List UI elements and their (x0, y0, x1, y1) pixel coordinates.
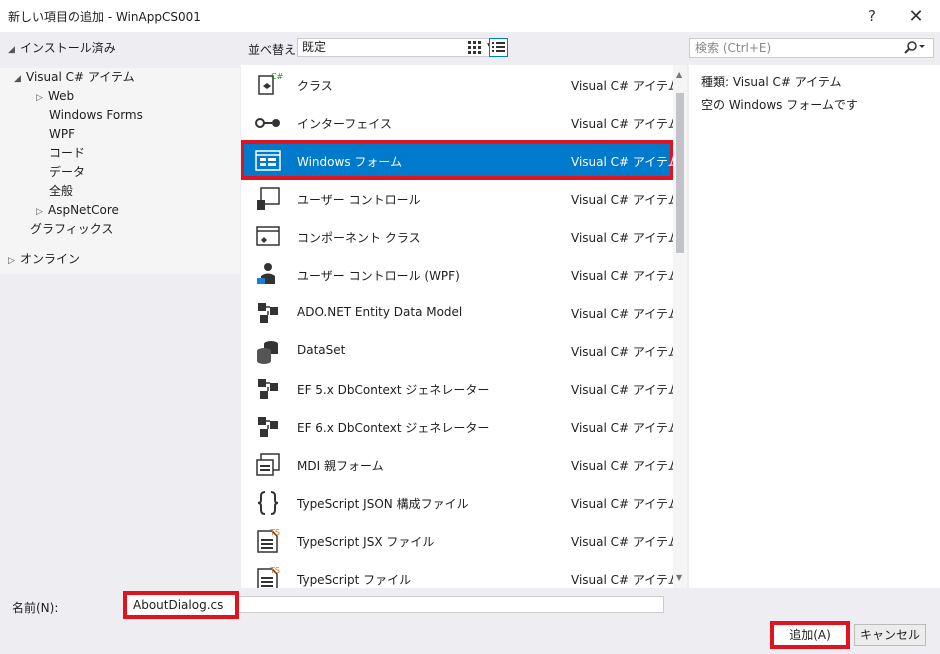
sort-label: 並べ替え: (248, 43, 301, 57)
list-item[interactable]: ユーザー コントロール (WPF) Visual C# アイテム (241, 255, 680, 293)
expand-arrow-icon: ▷ (36, 93, 43, 103)
scroll-thumb[interactable] (676, 93, 684, 253)
name-label: 名前(N): (12, 601, 59, 615)
online-section[interactable]: ▷ オンライン (8, 250, 80, 267)
cancel-button[interactable]: キャンセル (854, 624, 926, 646)
scroll-up-icon[interactable]: ▲ (676, 70, 682, 79)
title-bar: 新しい項目の追加 - WinAppCS001 ? ✕ (0, 0, 940, 32)
list-item[interactable]: MDI 親フォーム Visual C# アイテム (241, 445, 680, 483)
list-view-button[interactable] (489, 38, 508, 57)
list-item[interactable]: EF 5.x DbContext ジェネレーター Visual C# アイテム (241, 369, 680, 407)
dataset-icon (257, 341, 278, 364)
tree-item-aspnetcore[interactable]: ▷ AspNetCore (36, 201, 119, 220)
collapse-arrow-icon: ◢ (14, 74, 21, 84)
interface-icon (255, 118, 280, 128)
list-item[interactable]: コンポーネント クラス Visual C# アイテム (241, 217, 680, 255)
component-class-icon (256, 226, 280, 246)
list-item[interactable]: DataSet Visual C# アイテム (241, 331, 680, 369)
list-item[interactable]: インターフェイス Visual C# アイテム (241, 103, 680, 141)
list-item[interactable]: TS TypeScript JSX ファイル Visual C# アイテム (241, 521, 680, 559)
list-item[interactable]: ADO.NET Entity Data Model Visual C# アイテム (241, 293, 680, 331)
ef-generator-icon (258, 417, 278, 437)
grid-view-icon (468, 41, 481, 54)
svg-text:TS: TS (269, 566, 280, 575)
json-config-icon (257, 491, 279, 515)
installed-section[interactable]: ◢ インストール済み (8, 39, 116, 56)
category-pane: ◢ インストール済み ◢ Visual C# アイテム ▷ Web Windows F… (0, 32, 241, 588)
details-pane: 種類: Visual C# アイテム 空の Windows フォームです (687, 32, 940, 588)
collapse-arrow-icon: ◢ (8, 45, 15, 55)
search-button[interactable] (903, 40, 931, 56)
entity-model-icon (258, 303, 278, 323)
tree-item-wpf[interactable]: WPF (49, 125, 75, 144)
list-item[interactable]: ユーザー コントロール Visual C# アイテム (241, 179, 680, 217)
wpf-user-control-icon (257, 263, 275, 284)
list-view-icon (492, 42, 505, 52)
list-item[interactable]: TS TypeScript ファイル Visual C# アイテム (241, 559, 680, 588)
category-tree: ◢ Visual C# アイテム ▷ Web Windows Forms WPF コ… (0, 68, 240, 274)
tree-item-windows-forms[interactable]: Windows Forms (49, 106, 143, 125)
name-input-value[interactable]: AboutDialog.cs (123, 591, 239, 619)
scroll-down-icon[interactable]: ▼ (676, 573, 682, 582)
svg-text:TS: TS (269, 528, 280, 537)
dialog-footer: 名前(N): AboutDialog.cs 追加(A) キャンセル (0, 588, 940, 654)
add-button[interactable]: 追加(A) (770, 621, 850, 649)
list-item-selected[interactable]: Windows フォーム Visual C# アイテム (241, 140, 680, 180)
template-description: 種類: Visual C# アイテム 空の Windows フォームです (689, 65, 940, 588)
mdi-form-icon (256, 453, 280, 476)
list-item[interactable]: C# クラス Visual C# アイテム (241, 65, 680, 103)
ef-generator-icon (258, 379, 278, 399)
template-kind: 種類: Visual C# アイテム (701, 75, 842, 89)
name-field[interactable]: AboutDialog.cs (123, 591, 667, 619)
tree-item-general[interactable]: 全般 (49, 182, 73, 201)
ts-file-icon: TS (257, 566, 280, 588)
template-list: C# クラス Visual C# アイテム インターフェイス Visual C#… (241, 65, 687, 588)
search-icon (904, 41, 925, 54)
expand-arrow-icon: ▷ (8, 256, 15, 266)
tree-item-web[interactable]: ▷ Web (36, 87, 74, 106)
tree-item-code[interactable]: コード (49, 144, 85, 163)
user-control-icon (257, 187, 280, 210)
list-scrollbar[interactable]: ▲ ▼ (673, 65, 687, 588)
grid-view-button[interactable] (465, 38, 484, 57)
tree-item-visual-csharp[interactable]: ◢ Visual C# アイテム (14, 68, 135, 87)
list-item[interactable]: TypeScript JSON 構成ファイル Visual C# アイテム (241, 483, 680, 521)
ts-file-icon: TS (257, 528, 280, 553)
list-item[interactable]: EF 6.x DbContext ジェネレーター Visual C# アイテム (241, 407, 680, 445)
template-toolbar: 並べ替え: 既定 ▼ (241, 32, 687, 62)
help-button[interactable]: ? (857, 3, 887, 29)
template-description-text: 空の Windows フォームです (701, 98, 858, 112)
svg-text:C#: C# (271, 72, 283, 81)
window-title: 新しい項目の追加 - WinAppCS001 (8, 10, 201, 24)
class-icon: C# (258, 72, 283, 95)
tree-item-data[interactable]: データ (49, 163, 85, 182)
tree-item-graphics[interactable]: グラフィックス (30, 220, 113, 239)
close-button[interactable]: ✕ (901, 3, 931, 29)
search-input[interactable] (689, 38, 934, 58)
windows-form-icon (255, 150, 281, 171)
